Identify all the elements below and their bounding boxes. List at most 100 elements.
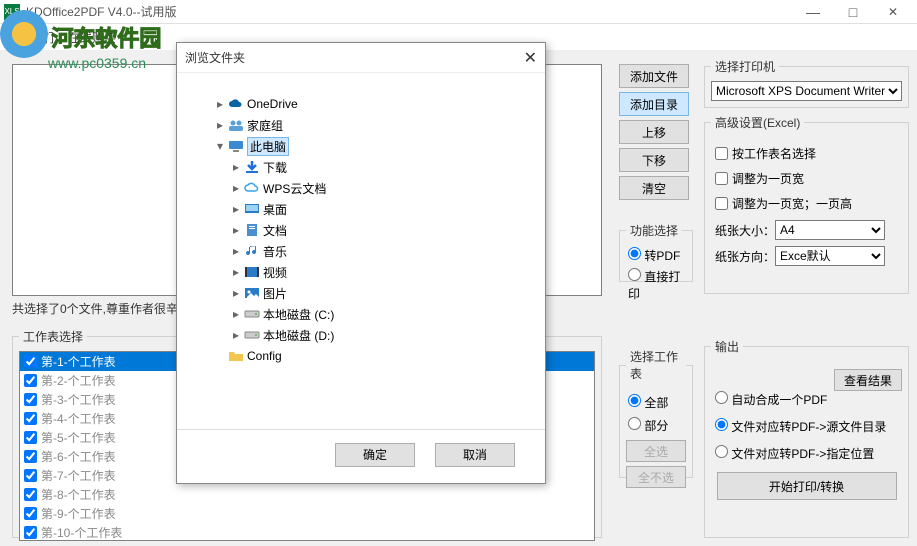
tree-caret-icon[interactable]: ▸	[229, 328, 243, 342]
sheet-item[interactable]: 第-8-个工作表	[20, 485, 594, 504]
video-icon	[243, 265, 261, 279]
radio-to-source[interactable]: 文件对应转PDF->源文件目录	[715, 418, 898, 435]
minimize-button[interactable]: —	[793, 0, 833, 24]
advanced-legend: 高级设置(Excel)	[711, 114, 804, 131]
tree-item[interactable]: ▸文档	[197, 220, 535, 240]
add-file-button[interactable]: 添加文件	[619, 64, 689, 88]
tree-caret-icon[interactable]: ▸	[229, 202, 243, 216]
titlebar: XLS KDOffice2PDF V4.0--试用版 — □ ✕	[0, 0, 917, 24]
image-icon	[243, 286, 261, 300]
check-fit-width[interactable]	[715, 172, 728, 185]
paper-size-select[interactable]: A4	[775, 220, 885, 240]
dialog-cancel-button[interactable]: 取消	[435, 443, 515, 467]
sheet-label: 第-4-个工作表	[41, 410, 116, 427]
menu-buy[interactable]: 在线购买	[68, 29, 116, 46]
tree-caret-icon[interactable]: ▸	[229, 244, 243, 258]
tree-item[interactable]: ▸ 本地磁盘 (D:)	[197, 325, 535, 345]
tree-item[interactable]: ▸ WPS云文档	[197, 178, 535, 198]
check-fit-page[interactable]	[715, 197, 728, 210]
tree-caret-icon[interactable]: ▸	[213, 97, 227, 111]
sheet-label: 第-9-个工作表	[41, 505, 116, 522]
tree-item-label: Config	[247, 349, 282, 363]
check-by-sheet-name[interactable]	[715, 147, 728, 160]
start-button[interactable]: 开始打印/转换	[717, 472, 897, 500]
view-result-button[interactable]: 查看结果	[834, 369, 902, 391]
doc-icon	[243, 223, 261, 237]
radio-all-sheets[interactable]: 全部	[628, 394, 684, 411]
sheet-label: 第-8-个工作表	[41, 486, 116, 503]
select-none-button[interactable]: 全不选	[626, 466, 686, 488]
move-up-button[interactable]: 上移	[619, 120, 689, 144]
desktop-icon	[243, 202, 261, 216]
radio-direct-print[interactable]: 直接打印	[628, 268, 684, 302]
radio-to-custom[interactable]: 文件对应转PDF->指定位置	[715, 445, 898, 462]
advanced-settings-group: 高级设置(Excel) 按工作表名选择 调整为一页宽 调整为一页宽；一页高 纸张…	[704, 114, 909, 294]
tree-item-label: 视频	[263, 264, 287, 281]
tree-item[interactable]: ▸ 视频	[197, 262, 535, 282]
tree-item-label: 音乐	[263, 243, 287, 260]
tree-item[interactable]: ▸下载	[197, 157, 535, 177]
folder-tree[interactable]: ▸OneDrive▸家庭组▾此电脑▸下载▸WPS云文档▸桌面▸文档▸音乐▸视频▸…	[177, 73, 545, 429]
sheet-label: 第-7-个工作表	[41, 467, 116, 484]
select-all-button[interactable]: 全选	[626, 440, 686, 462]
maximize-button[interactable]: □	[833, 0, 873, 24]
sheet-item[interactable]: 第-9-个工作表	[20, 504, 594, 523]
disk-icon	[243, 307, 261, 321]
tree-item[interactable]: ▸OneDrive	[197, 94, 535, 114]
sheet-checkbox[interactable]	[24, 374, 37, 387]
tree-caret-icon[interactable]: ▸	[229, 265, 243, 279]
tree-caret-icon[interactable]: ▸	[229, 223, 243, 237]
sheet-checkbox[interactable]	[24, 488, 37, 501]
tree-item-label: 本地磁盘 (D:)	[263, 327, 334, 344]
tree-item[interactable]: ▸图片	[197, 283, 535, 303]
dialog-close-button[interactable]: ✕	[361, 48, 537, 68]
close-button[interactable]: ✕	[873, 0, 913, 24]
label-fit-page: 调整为一页宽；一页高	[732, 195, 852, 212]
tree-caret-icon[interactable]: ▾	[213, 139, 227, 153]
radio-part-sheets[interactable]: 部分	[628, 417, 684, 434]
tree-caret-icon[interactable]: ▸	[229, 286, 243, 300]
tree-caret-icon[interactable]: ▸	[213, 118, 227, 132]
tree-item[interactable]: ▸ 音乐	[197, 241, 535, 261]
sheet-checkbox[interactable]	[24, 431, 37, 444]
tree-caret-icon[interactable]: ▸	[229, 160, 243, 174]
sheet-checkbox[interactable]	[24, 450, 37, 463]
tree-caret-icon[interactable]: ▸	[229, 181, 243, 195]
tree-item[interactable]: ▸本地磁盘 (C:)	[197, 304, 535, 324]
sheet-checkbox[interactable]	[24, 393, 37, 406]
group-icon	[227, 118, 245, 132]
sheet-label: 第-1-个工作表	[41, 353, 116, 370]
sheet-checkbox[interactable]	[24, 412, 37, 425]
menu-contact[interactable]: 联系我们	[6, 29, 54, 46]
sheet-label: 第-6-个工作表	[41, 448, 116, 465]
radio-convert-pdf[interactable]: 转PDF	[628, 247, 684, 264]
sheet-checkbox[interactable]	[24, 355, 37, 368]
sheet-label: 第-10-个工作表	[41, 524, 122, 541]
function-select-group: 功能选择 转PDF 直接打印	[619, 222, 693, 282]
output-legend: 输出	[711, 338, 743, 355]
sheet-label: 第-3-个工作表	[41, 391, 116, 408]
pc-icon	[227, 139, 245, 153]
tree-item[interactable]: ▾此电脑	[197, 136, 535, 156]
app-icon: XLS	[4, 4, 20, 20]
add-dir-button[interactable]: 添加目录	[619, 92, 689, 116]
sheet-checkbox[interactable]	[24, 507, 37, 520]
tree-item[interactable]: Config	[197, 346, 535, 366]
sheet-checkbox[interactable]	[24, 469, 37, 482]
clear-button[interactable]: 清空	[619, 176, 689, 200]
music-icon	[243, 244, 261, 258]
dialog-ok-button[interactable]: 确定	[335, 443, 415, 467]
printer-select[interactable]: Microsoft XPS Document Writer	[711, 81, 902, 101]
printer-legend: 选择打印机	[711, 58, 779, 75]
radio-auto-merge[interactable]: 自动合成一个PDF	[715, 391, 898, 408]
orientation-select[interactable]: Exce默认	[775, 246, 885, 266]
tree-caret-icon[interactable]: ▸	[229, 307, 243, 321]
orientation-label: 纸张方向：	[715, 248, 775, 265]
tree-item-label: WPS云文档	[263, 180, 326, 197]
sheet-item[interactable]: 第-10-个工作表	[20, 523, 594, 541]
cloud-icon	[227, 97, 245, 111]
move-down-button[interactable]: 下移	[619, 148, 689, 172]
tree-item[interactable]: ▸桌面	[197, 199, 535, 219]
tree-item[interactable]: ▸家庭组	[197, 115, 535, 135]
sheet-checkbox[interactable]	[24, 526, 37, 539]
